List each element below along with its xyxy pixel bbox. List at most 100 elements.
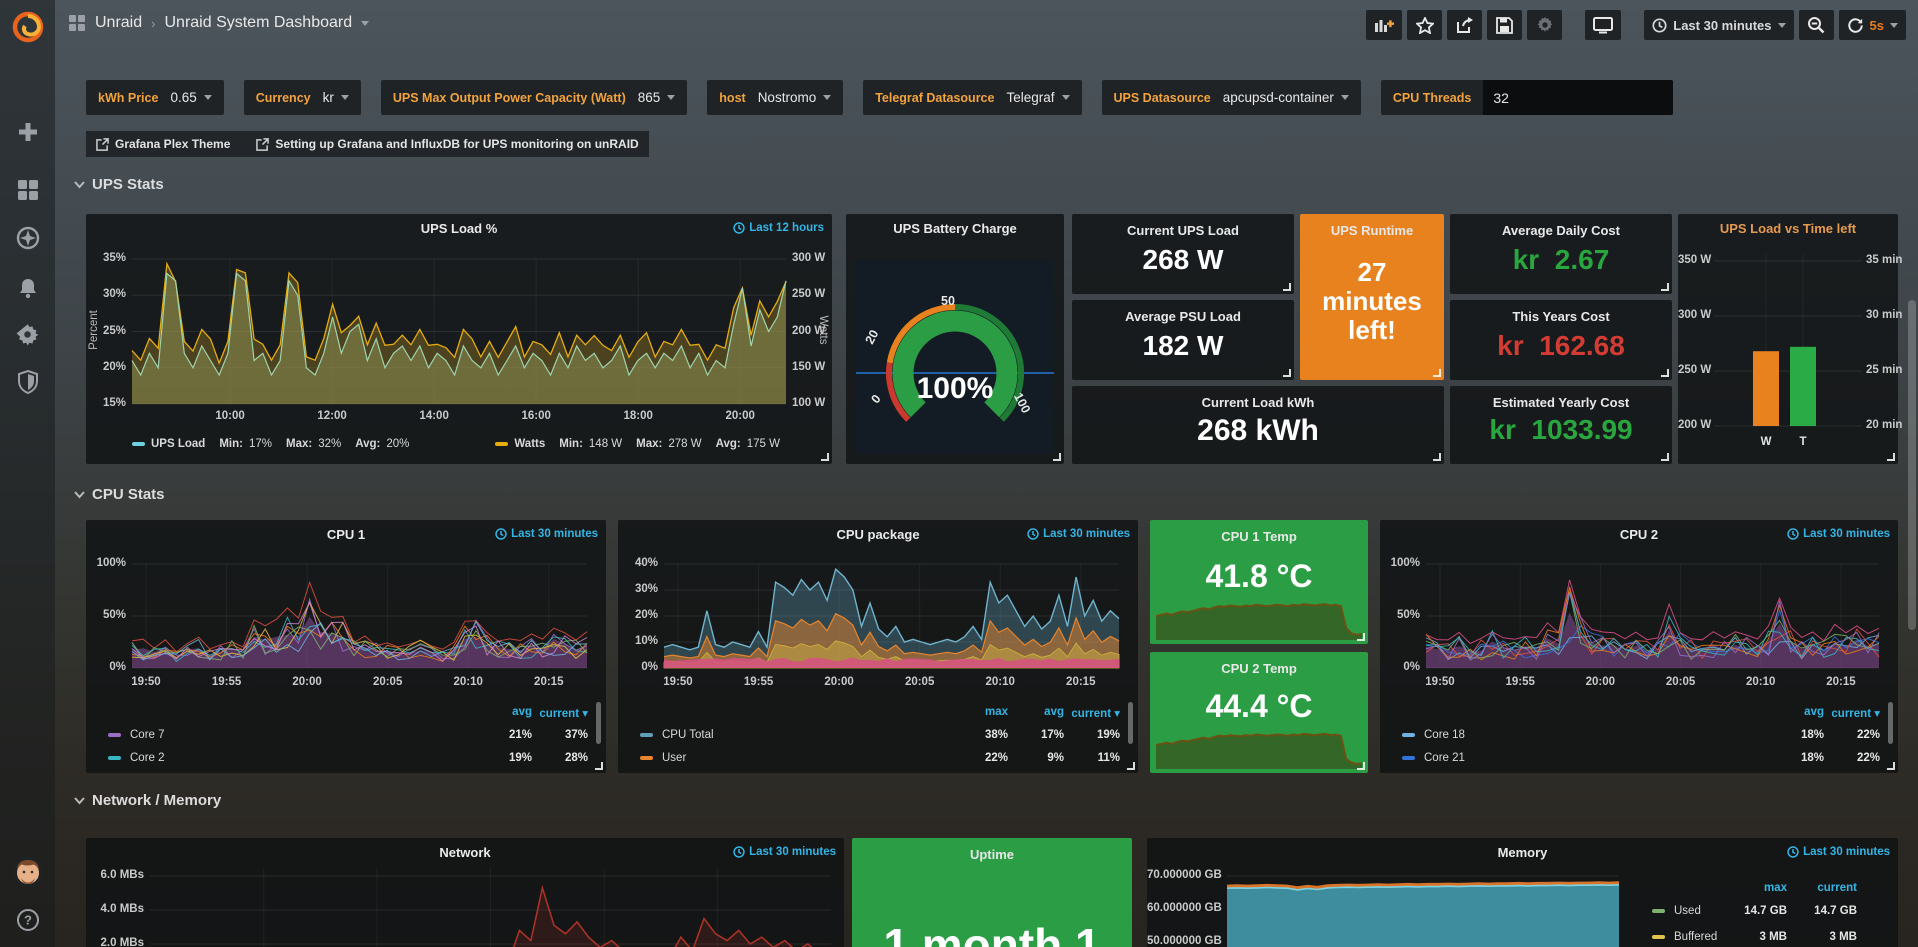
legend-item[interactable]: UPS LoadMin:17%Max:32%Avg:20% — [132, 438, 409, 450]
stat-title[interactable]: Current UPS Load — [1072, 223, 1294, 238]
variable-ups-datasource: UPS Datasourceapcupsd-container — [1102, 80, 1361, 115]
legend-col-avg[interactable]: avg — [1004, 706, 1064, 718]
time-range-picker[interactable]: Last 30 minutes — [1644, 10, 1793, 40]
legend-col-current[interactable]: current — [1787, 882, 1857, 894]
external-link-icon — [96, 138, 109, 151]
variable-label: Currency — [256, 91, 311, 105]
legend-scrollbar[interactable] — [1888, 702, 1893, 744]
legend-swatch-icon — [640, 756, 653, 760]
axis-tick: 20:15 — [527, 676, 571, 688]
explore-compass-icon[interactable] — [14, 224, 42, 252]
variable-dropdown[interactable]: 865 — [638, 90, 676, 105]
gauge-tick: 50 — [936, 294, 960, 308]
breadcrumb: Unraid › Unraid System Dashboard — [68, 14, 369, 32]
bar-label: W — [1753, 436, 1779, 448]
legend-value: 22% — [1820, 729, 1880, 741]
variable-dropdown[interactable]: Telegraf — [1006, 90, 1069, 105]
dashboard-grid-icon — [68, 14, 86, 32]
legend-series-name[interactable]: Core 7 — [108, 729, 165, 741]
axis-tick: 20:05 — [366, 676, 410, 688]
legend-col-current[interactable]: current ▾ — [1060, 706, 1120, 720]
cycle-view-mode-button[interactable] — [1585, 10, 1621, 40]
legend-col-avg[interactable]: avg — [1764, 706, 1824, 718]
section-network-memory[interactable]: Network / Memory — [74, 792, 221, 809]
variable-label: UPS Max Output Power Capacity (Watt) — [393, 91, 626, 105]
variable-dropdown[interactable]: Nostromo — [758, 90, 832, 105]
legend-value: 17% — [1004, 729, 1064, 741]
axis-tick: 19:55 — [737, 676, 781, 688]
legend-col-max[interactable]: max — [1717, 882, 1787, 894]
stat-title[interactable]: Uptime — [852, 847, 1132, 862]
panel-ups-battery-charge: UPS Battery Charge 02050100100% — [846, 214, 1064, 464]
stat-value: 268 W — [1072, 244, 1294, 276]
legend-series-name[interactable]: Core 21 — [1402, 752, 1465, 764]
share-button[interactable] — [1447, 10, 1482, 40]
bar-label: T — [1790, 436, 1816, 448]
stat-title[interactable]: Average Daily Cost — [1450, 223, 1672, 238]
dashboards-icon[interactable] — [14, 176, 42, 204]
legend-series-name[interactable]: Used — [1652, 905, 1701, 917]
legend-series-name[interactable]: Core 2 — [108, 752, 165, 764]
legend-col-max[interactable]: max — [948, 706, 1008, 718]
axis-tick: 20:15 — [1819, 676, 1863, 688]
legend-series-name[interactable]: User — [640, 752, 686, 764]
stat-current-ups-load: Current UPS Load 268 W — [1072, 214, 1294, 294]
stat-title[interactable]: UPS Runtime — [1300, 223, 1444, 238]
legend-series-name[interactable]: CPU Total — [640, 729, 714, 741]
breadcrumb-root[interactable]: Unraid — [95, 14, 142, 32]
axis-tick: 20:10 — [978, 676, 1022, 688]
stat-value: kr 1033.99 — [1450, 414, 1672, 446]
axis-tick: 100% — [86, 557, 126, 569]
refresh-button[interactable]: 5s — [1839, 10, 1906, 40]
legend-col-avg[interactable]: avg — [472, 706, 532, 718]
legend-scrollbar[interactable] — [596, 702, 601, 744]
variable-dropdown[interactable]: kr — [323, 90, 349, 105]
configuration-gear-icon[interactable] — [14, 320, 42, 348]
axis-tick: 0% — [618, 661, 658, 673]
section-ups-stats[interactable]: UPS Stats — [74, 176, 164, 193]
axis-tick: 150 W — [792, 361, 825, 373]
page-scrollbar[interactable] — [1908, 300, 1916, 630]
section-cpu-stats[interactable]: CPU Stats — [74, 486, 165, 503]
legend-value: 19% — [1060, 729, 1120, 741]
legend-col-current[interactable]: current ▾ — [1820, 706, 1880, 720]
legend-swatch-icon — [640, 733, 653, 737]
axis-tick: 50% — [1380, 609, 1420, 621]
panel-ups-load-vs-time-left: UPS Load vs Time left WT350 W300 W250 W2… — [1678, 214, 1898, 464]
zoom-out-button[interactable] — [1799, 10, 1834, 40]
dashboard-settings-button[interactable] — [1527, 10, 1562, 40]
server-admin-shield-icon[interactable] — [14, 368, 42, 396]
user-avatar[interactable] — [12, 856, 44, 888]
save-button[interactable] — [1487, 10, 1522, 40]
axis-tick: 100% — [1380, 557, 1420, 569]
variable-dropdown[interactable]: apcupsd-container — [1223, 90, 1349, 105]
breadcrumb-caret-icon[interactable] — [361, 21, 369, 26]
star-button[interactable] — [1407, 10, 1442, 40]
stat-title[interactable]: This Years Cost — [1450, 309, 1672, 324]
chevron-down-icon — [74, 797, 85, 805]
grafana-logo-icon[interactable] — [9, 8, 47, 46]
alerting-bell-icon[interactable] — [14, 274, 42, 302]
help-icon[interactable]: ? — [14, 906, 42, 934]
variable-dropdown[interactable]: 0.65 — [170, 90, 211, 105]
dashboard-link[interactable]: Setting up Grafana and InfluxDB for UPS … — [256, 137, 638, 151]
variable-input[interactable] — [1483, 80, 1673, 115]
stat-title[interactable]: Estimated Yearly Cost — [1450, 395, 1672, 410]
legend-item[interactable]: WattsMin:148 WMax:278 WAvg:175 W — [495, 438, 780, 450]
legend-value: 18% — [1764, 729, 1824, 741]
create-plus-icon[interactable] — [14, 118, 42, 146]
dashboard-link[interactable]: Grafana Plex Theme — [96, 137, 230, 151]
legend-scrollbar[interactable] — [1128, 702, 1133, 744]
add-panel-button[interactable] — [1366, 10, 1402, 40]
stat-title[interactable]: Current Load kWh — [1072, 395, 1444, 410]
legend-series-name[interactable]: Buffered — [1652, 931, 1717, 943]
breadcrumb-page[interactable]: Unraid System Dashboard — [164, 14, 352, 32]
legend-series-name[interactable]: Core 18 — [1402, 729, 1465, 741]
variable-currency: Currency kr — [244, 80, 361, 115]
legend-value: 14.7 GB — [1787, 905, 1857, 917]
external-link-icon — [256, 138, 269, 151]
stat-title[interactable]: Average PSU Load — [1072, 309, 1294, 324]
axis-tick: 20 min — [1866, 419, 1902, 431]
stat-cpu2-temp: CPU 2 Temp 44.4 °C — [1150, 652, 1368, 773]
legend-col-current[interactable]: current ▾ — [528, 706, 588, 720]
